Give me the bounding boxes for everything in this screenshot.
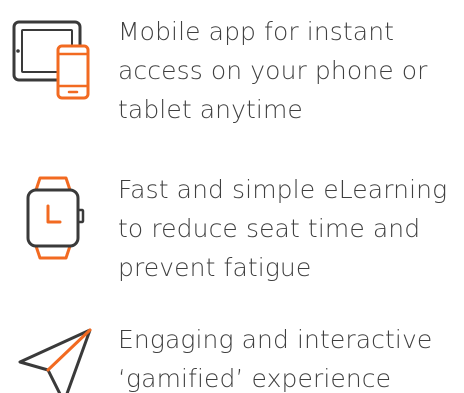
feature-text-mobile-app: Mobile app for instant access on your ph… [118,17,428,124]
feature-item-gamified: Engaging and interactive ‘gamified’ expe… [0,320,464,393]
smartwatch-icon [8,176,100,260]
feature-item-elearning: Fast and simple eLearning to reduce seat… [0,170,464,320]
feature-text-gamified: Engaging and interactive ‘gamified’ expe… [118,325,433,393]
feature-item-mobile-app: Mobile app for instant access on your ph… [0,12,464,162]
feature-text-elearning: Fast and simple eLearning to reduce seat… [118,175,448,282]
tablet-phone-icon [8,18,100,102]
paper-plane-icon [8,324,100,393]
